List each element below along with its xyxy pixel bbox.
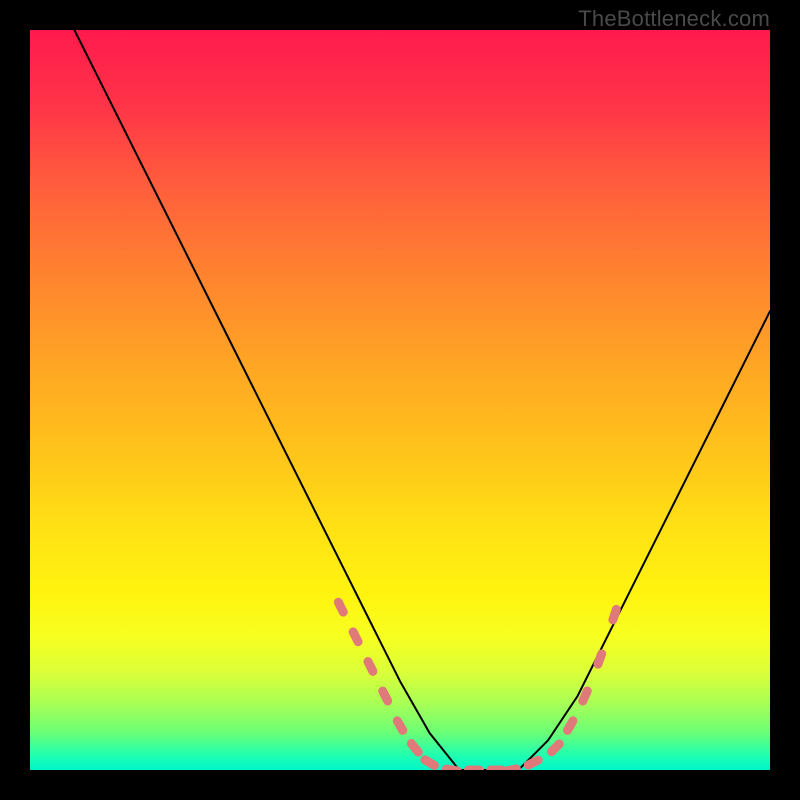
marker	[441, 764, 462, 770]
marker	[577, 685, 593, 707]
marker	[464, 766, 484, 771]
marker	[607, 604, 622, 626]
curve-svg	[30, 30, 770, 770]
flat-markers	[332, 596, 622, 770]
plot-area	[30, 30, 770, 770]
marker	[419, 754, 441, 770]
bottleneck-curve-path	[74, 30, 770, 770]
marker	[332, 596, 349, 618]
marker	[362, 655, 379, 677]
bottleneck-curve	[74, 30, 770, 770]
marker	[377, 685, 394, 707]
chart-frame: TheBottleneck.com	[0, 0, 800, 800]
watermark-text: TheBottleneck.com	[578, 6, 770, 32]
marker	[405, 737, 425, 758]
marker	[592, 648, 607, 670]
marker	[391, 715, 409, 737]
marker	[347, 626, 364, 648]
